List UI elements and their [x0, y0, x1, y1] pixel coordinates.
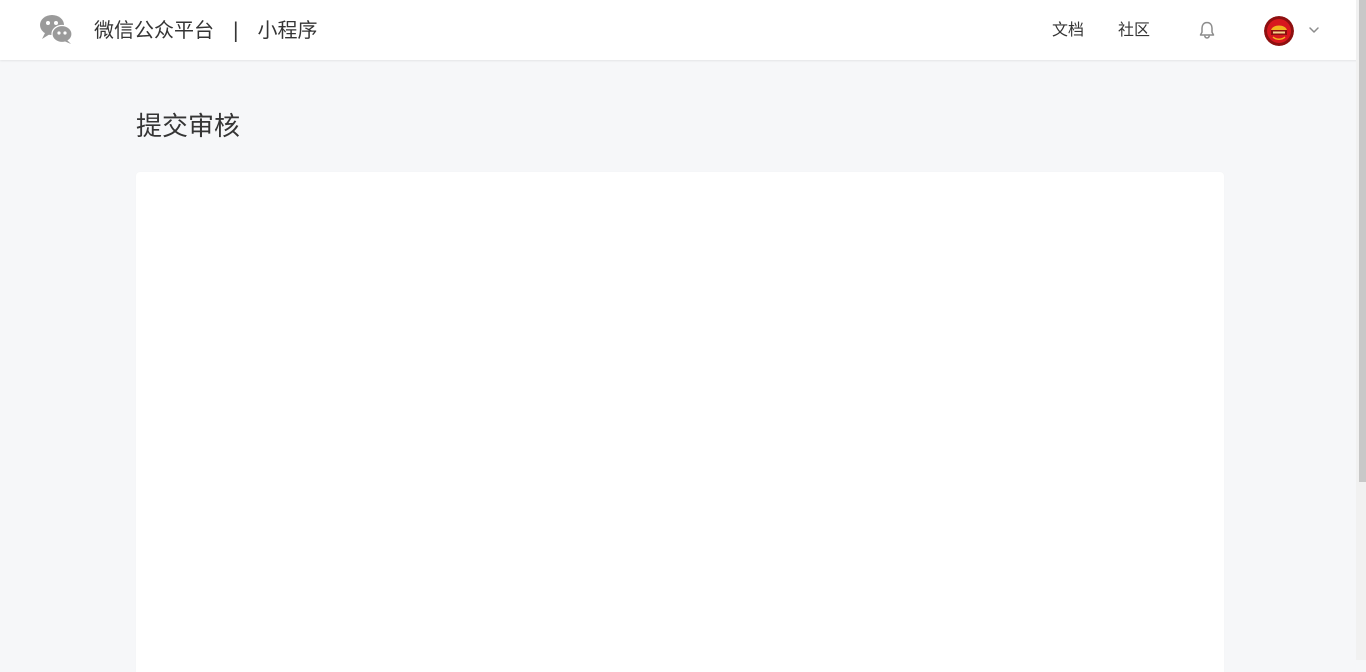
submit-review-content-panel: [136, 172, 1224, 672]
platform-brand[interactable]: 微信公众平台 | 小程序: [94, 16, 317, 44]
account-avatar[interactable]: [1264, 16, 1294, 46]
wechat-logo-icon[interactable]: [38, 13, 74, 45]
product-name: 小程序: [257, 18, 318, 42]
platform-name: 微信公众平台: [94, 18, 214, 42]
brand-separator: |: [232, 18, 240, 42]
page-title: 提交审核: [136, 112, 241, 142]
nav-docs-link[interactable]: 文档: [1052, 19, 1084, 41]
chevron-down-icon[interactable]: [1306, 22, 1322, 38]
bell-icon[interactable]: [1196, 19, 1218, 41]
page-scrollbar-thumb[interactable]: [1359, 0, 1366, 482]
top-navigation-bar: 微信公众平台 | 小程序 文档 社区: [0, 0, 1366, 60]
nav-community-link[interactable]: 社区: [1118, 19, 1150, 41]
